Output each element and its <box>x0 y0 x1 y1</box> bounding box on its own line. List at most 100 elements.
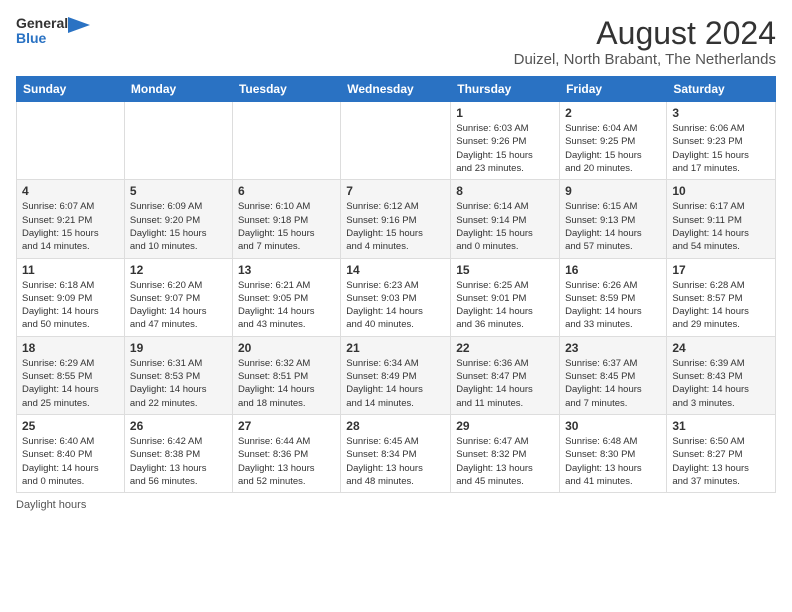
calendar-week-row: 4 Sunrise: 6:07 AMSunset: 9:21 PMDaylight… <box>17 180 776 258</box>
calendar-header-row: Sunday Monday Tuesday Wednesday Thursday… <box>17 77 776 102</box>
calendar-day-cell: 16Sunrise: 6:26 AMSunset: 8:59 PMDayligh… <box>560 258 667 336</box>
calendar-day-cell: 7 Sunrise: 6:12 AMSunset: 9:16 PMDaylight… <box>341 180 451 258</box>
day-info: Sunrise: 6:25 AMSunset: 9:01 PMDaylight:… <box>456 279 554 332</box>
day-info: Sunrise: 6:17 AMSunset: 9:11 PMDaylight:… <box>672 200 770 253</box>
calendar-day-cell: 28 Sunrise: 6:45 AMSunset: 8:34 PMDayligh… <box>341 414 451 492</box>
day-info: Sunrise: 6:31 AMSunset: 8:53 PMDaylight:… <box>130 357 227 410</box>
daylight-label: Daylight hours <box>16 499 86 511</box>
calendar-day-cell <box>17 102 125 180</box>
header: General Blue August 2024 Duizel, North B… <box>16 16 776 68</box>
calendar-day-cell: 14 Sunrise: 6:23 AMSunset: 9:03 PMDayligh… <box>341 258 451 336</box>
calendar-day-cell: 15 Sunrise: 6:25 AMSunset: 9:01 PMDayligh… <box>451 258 560 336</box>
day-number: 17 <box>672 263 770 277</box>
day-info: Sunrise: 6:39 AMSunset: 8:43 PMDaylight:… <box>672 357 770 410</box>
calendar-day-cell <box>124 102 232 180</box>
calendar-day-cell: 29Sunrise: 6:47 AMSunset: 8:32 PMDayligh… <box>451 414 560 492</box>
day-info: Sunrise: 6:32 AMSunset: 8:51 PMDaylight:… <box>238 357 335 410</box>
col-friday: Friday <box>560 77 667 102</box>
day-number: 1 <box>456 106 554 120</box>
day-number: 14 <box>346 263 445 277</box>
day-number: 3 <box>672 106 770 120</box>
calendar-day-cell: 19 Sunrise: 6:31 AMSunset: 8:53 PMDayligh… <box>124 336 232 414</box>
calendar-day-cell: 22 Sunrise: 6:36 AMSunset: 8:47 PMDayligh… <box>451 336 560 414</box>
calendar-day-cell: 21 Sunrise: 6:34 AMSunset: 8:49 PMDayligh… <box>341 336 451 414</box>
calendar-week-row: 11 Sunrise: 6:18 AMSunset: 9:09 PMDayligh… <box>17 258 776 336</box>
day-number: 28 <box>346 419 445 433</box>
calendar-day-cell <box>341 102 451 180</box>
day-info: Sunrise: 6:36 AMSunset: 8:47 PMDaylight:… <box>456 357 554 410</box>
col-sunday: Sunday <box>17 77 125 102</box>
calendar-day-cell: 4 Sunrise: 6:07 AMSunset: 9:21 PMDaylight… <box>17 180 125 258</box>
calendar-day-cell: 27Sunrise: 6:44 AMSunset: 8:36 PMDayligh… <box>232 414 340 492</box>
day-info: Sunrise: 6:34 AMSunset: 8:49 PMDaylight:… <box>346 357 445 410</box>
logo: General Blue <box>16 16 90 45</box>
day-number: 5 <box>130 184 227 198</box>
day-info: Sunrise: 6:28 AMSunset: 8:57 PMDaylight:… <box>672 279 770 332</box>
calendar-day-cell: 18 Sunrise: 6:29 AMSunset: 8:55 PMDayligh… <box>17 336 125 414</box>
day-number: 19 <box>130 341 227 355</box>
day-number: 2 <box>565 106 661 120</box>
day-info: Sunrise: 6:21 AMSunset: 9:05 PMDaylight:… <box>238 279 335 332</box>
day-number: 12 <box>130 263 227 277</box>
day-info: Sunrise: 6:40 AMSunset: 8:40 PMDaylight:… <box>22 435 119 488</box>
col-tuesday: Tuesday <box>232 77 340 102</box>
calendar-day-cell: 10 Sunrise: 6:17 AMSunset: 9:11 PMDayligh… <box>667 180 776 258</box>
day-number: 15 <box>456 263 554 277</box>
day-info: Sunrise: 6:09 AMSunset: 9:20 PMDaylight:… <box>130 200 227 253</box>
calendar-day-cell: 31 Sunrise: 6:50 AMSunset: 8:27 PMDayligh… <box>667 414 776 492</box>
day-info: Sunrise: 6:20 AMSunset: 9:07 PMDaylight:… <box>130 279 227 332</box>
calendar-day-cell: 3 Sunrise: 6:06 AMSunset: 9:23 PMDaylight… <box>667 102 776 180</box>
day-number: 30 <box>565 419 661 433</box>
calendar-day-cell: 12 Sunrise: 6:20 AMSunset: 9:07 PMDayligh… <box>124 258 232 336</box>
page-title: August 2024 <box>514 16 776 51</box>
calendar-day-cell: 11 Sunrise: 6:18 AMSunset: 9:09 PMDayligh… <box>17 258 125 336</box>
calendar-day-cell: 24Sunrise: 6:39 AMSunset: 8:43 PMDayligh… <box>667 336 776 414</box>
calendar-day-cell: 25 Sunrise: 6:40 AMSunset: 8:40 PMDayligh… <box>17 414 125 492</box>
day-number: 31 <box>672 419 770 433</box>
calendar-day-cell: 23Sunrise: 6:37 AMSunset: 8:45 PMDayligh… <box>560 336 667 414</box>
logo-blue: Blue <box>16 31 68 46</box>
day-info: Sunrise: 6:15 AMSunset: 9:13 PMDaylight:… <box>565 200 661 253</box>
day-number: 7 <box>346 184 445 198</box>
day-number: 25 <box>22 419 119 433</box>
calendar-week-row: 25 Sunrise: 6:40 AMSunset: 8:40 PMDayligh… <box>17 414 776 492</box>
day-info: Sunrise: 6:10 AMSunset: 9:18 PMDaylight:… <box>238 200 335 253</box>
day-number: 18 <box>22 341 119 355</box>
day-info: Sunrise: 6:06 AMSunset: 9:23 PMDaylight:… <box>672 122 770 175</box>
page: General Blue August 2024 Duizel, North B… <box>0 0 792 612</box>
day-info: Sunrise: 6:07 AMSunset: 9:21 PMDaylight:… <box>22 200 119 253</box>
day-info: Sunrise: 6:12 AMSunset: 9:16 PMDaylight:… <box>346 200 445 253</box>
day-info: Sunrise: 6:48 AMSunset: 8:30 PMDaylight:… <box>565 435 661 488</box>
day-number: 6 <box>238 184 335 198</box>
day-info: Sunrise: 6:03 AMSunset: 9:26 PMDaylight:… <box>456 122 554 175</box>
day-info: Sunrise: 6:18 AMSunset: 9:09 PMDaylight:… <box>22 279 119 332</box>
day-info: Sunrise: 6:50 AMSunset: 8:27 PMDaylight:… <box>672 435 770 488</box>
day-number: 13 <box>238 263 335 277</box>
calendar-day-cell: 6 Sunrise: 6:10 AMSunset: 9:18 PMDaylight… <box>232 180 340 258</box>
day-number: 21 <box>346 341 445 355</box>
col-thursday: Thursday <box>451 77 560 102</box>
day-info: Sunrise: 6:42 AMSunset: 8:38 PMDaylight:… <box>130 435 227 488</box>
day-number: 4 <box>22 184 119 198</box>
calendar-day-cell: 17 Sunrise: 6:28 AMSunset: 8:57 PMDayligh… <box>667 258 776 336</box>
day-info: Sunrise: 6:44 AMSunset: 8:36 PMDaylight:… <box>238 435 335 488</box>
day-number: 11 <box>22 263 119 277</box>
calendar-day-cell: 1 Sunrise: 6:03 AMSunset: 9:26 PMDaylight… <box>451 102 560 180</box>
day-number: 22 <box>456 341 554 355</box>
day-number: 9 <box>565 184 661 198</box>
day-number: 29 <box>456 419 554 433</box>
col-wednesday: Wednesday <box>341 77 451 102</box>
calendar-week-row: 1 Sunrise: 6:03 AMSunset: 9:26 PMDaylight… <box>17 102 776 180</box>
calendar-day-cell: 9 Sunrise: 6:15 AMSunset: 9:13 PMDaylight… <box>560 180 667 258</box>
calendar-table: Sunday Monday Tuesday Wednesday Thursday… <box>16 76 776 493</box>
calendar-day-cell: 13 Sunrise: 6:21 AMSunset: 9:05 PMDayligh… <box>232 258 340 336</box>
day-number: 20 <box>238 341 335 355</box>
day-number: 10 <box>672 184 770 198</box>
day-number: 16 <box>565 263 661 277</box>
calendar-day-cell: 8Sunrise: 6:14 AMSunset: 9:14 PMDaylight… <box>451 180 560 258</box>
calendar-day-cell <box>232 102 340 180</box>
day-info: Sunrise: 6:23 AMSunset: 9:03 PMDaylight:… <box>346 279 445 332</box>
day-info: Sunrise: 6:45 AMSunset: 8:34 PMDaylight:… <box>346 435 445 488</box>
day-info: Sunrise: 6:29 AMSunset: 8:55 PMDaylight:… <box>22 357 119 410</box>
day-number: 8 <box>456 184 554 198</box>
